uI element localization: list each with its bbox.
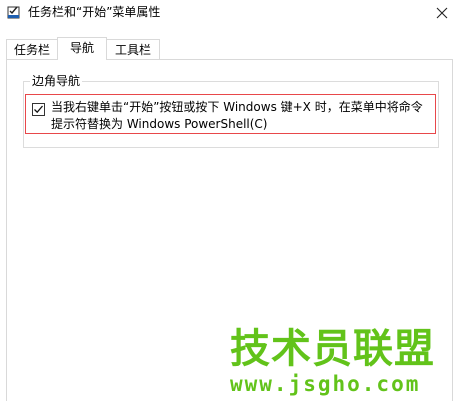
corner-navigation-group: 边角导航 当我右键单击“开始”按钮或按下 Windows 键+X 时，在菜单中将…: [23, 73, 439, 148]
watermark: 技术员联盟 www.jsgho.com: [230, 326, 455, 398]
powershell-option-label[interactable]: 当我右键单击“开始”按钮或按下 Windows 键+X 时，在菜单中将命令提示符…: [51, 99, 433, 133]
watermark-logo-text: 技术员联盟: [230, 326, 435, 372]
group-legend: 边角导航: [30, 73, 83, 89]
tab-taskbar[interactable]: 任务栏: [6, 39, 58, 59]
highlight-box: 当我右键单击“开始”按钮或按下 Windows 键+X 时，在菜单中将命令提示符…: [25, 94, 436, 134]
powershell-checkbox[interactable]: [32, 103, 45, 116]
properties-window: 任务栏和“开始”菜单属性 任务栏 导航 工具栏 边角导航 当我右键单击“开始”按…: [0, 0, 459, 401]
title-bar[interactable]: 任务栏和“开始”菜单属性: [0, 0, 459, 26]
taskbar-properties-icon: [6, 4, 22, 20]
tab-toolbars[interactable]: 工具栏: [106, 39, 160, 59]
close-button[interactable]: [425, 0, 459, 26]
close-icon: [436, 4, 448, 23]
tab-navigation[interactable]: 导航: [57, 37, 107, 60]
window-title: 任务栏和“开始”菜单属性: [28, 5, 161, 19]
watermark-url: www.jsgho.com: [230, 372, 421, 396]
